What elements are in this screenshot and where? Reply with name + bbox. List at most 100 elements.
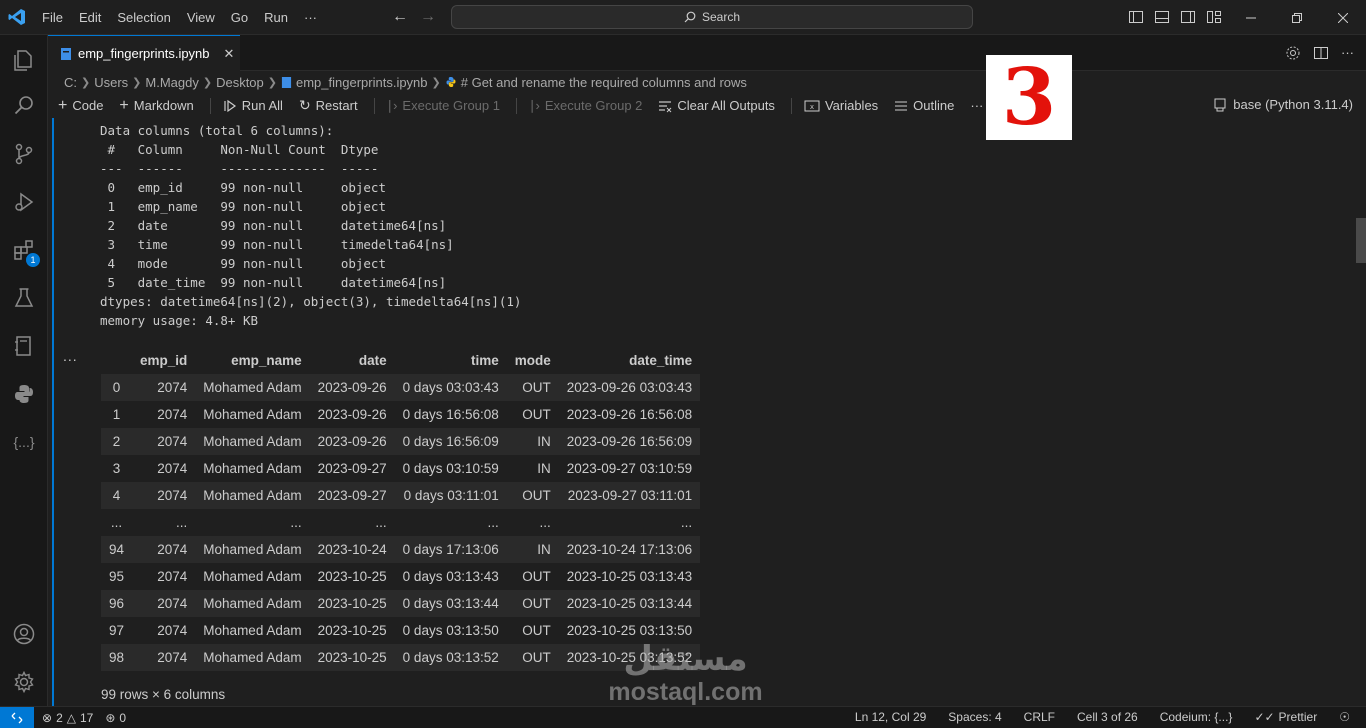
menu-view[interactable]: View <box>179 10 223 25</box>
output-more-actions-icon[interactable]: ... <box>63 348 78 364</box>
chevron-right-icon: ❯ <box>267 76 277 89</box>
menu-selection[interactable]: Selection <box>109 10 178 25</box>
customize-layout-icon[interactable] <box>1206 9 1222 25</box>
codeium-status[interactable]: Codeium: {...} <box>1160 710 1233 724</box>
notebook-icon[interactable] <box>0 323 48 369</box>
svg-text:x: x <box>810 103 814 111</box>
antenna-icon: ⊛ <box>105 710 116 725</box>
breadcrumb-desktop[interactable]: Desktop <box>216 75 264 90</box>
table-row: 96 2074 Mohamed Adam 2023-10-25 0 days 03:13… <box>101 590 701 617</box>
problems-indicator[interactable]: ⊗ 2 △ 17 <box>42 711 93 725</box>
error-count: 2 <box>56 710 63 725</box>
clear-all-outputs-button[interactable]: Clear All Outputs <box>658 98 775 113</box>
table-header: emp_id <box>132 347 196 374</box>
toolbar-more-button[interactable]: ··· <box>970 98 983 113</box>
prettier-status[interactable]: ✓✓ Prettier <box>1254 710 1317 724</box>
split-editor-icon[interactable] <box>1313 45 1329 61</box>
remote-indicator-icon[interactable] <box>0 706 34 728</box>
accounts-icon[interactable] <box>0 611 48 657</box>
indentation[interactable]: Spaces: 4 <box>948 710 1001 724</box>
manage-gear-icon[interactable] <box>0 659 48 705</box>
search-label: Search <box>701 10 741 24</box>
status-bar: ⊗ 2 △ 17 ⊛ 0 Ln 12, Col 29 Spaces: 4 CRL… <box>0 706 1366 728</box>
kernel-label: base (Python 3.11.4) <box>1233 97 1353 112</box>
table-row: 1 2074 Mohamed Adam 2023-09-26 0 days 16:56:… <box>101 401 701 428</box>
notebook-settings-gear-icon[interactable] <box>1285 45 1301 61</box>
menu-go[interactable]: Go <box>223 10 256 25</box>
run-all-button[interactable]: Run All <box>223 98 283 113</box>
row-index: 96 <box>101 590 133 617</box>
table-cell: ... <box>394 509 507 536</box>
mostaql-watermark: مستقل mostaql.com <box>598 640 773 714</box>
add-code-cell-button[interactable]: + Code <box>58 97 103 115</box>
back-arrow-icon[interactable]: ← <box>392 8 408 26</box>
table-cell: 2023-10-25 <box>309 590 395 617</box>
vscode-logo-icon[interactable] <box>0 0 34 35</box>
breadcrumb-drive[interactable]: C: <box>64 75 77 90</box>
restore-icon[interactable] <box>1274 0 1320 35</box>
kernel-picker[interactable]: base (Python 3.11.4) <box>1213 97 1353 112</box>
table-cell: 2023-10-25 03:13:44 <box>558 590 701 617</box>
extensions-badge: 1 <box>26 253 40 267</box>
notebook-editor[interactable]: Data columns (total 6 columns): # Column… <box>48 118 1366 706</box>
execute-group-2-label: Execute Group 2 <box>544 98 643 113</box>
scrollbar-thumb[interactable] <box>1356 218 1366 263</box>
toggle-primary-sidebar-icon[interactable] <box>1128 9 1144 25</box>
close-tab-icon[interactable]: ✕ <box>224 46 235 62</box>
menu-file[interactable]: File <box>34 10 71 25</box>
plus-icon: + <box>119 96 129 114</box>
cell-indicator[interactable]: Cell 3 of 26 <box>1077 710 1138 724</box>
menu-more[interactable]: ··· <box>296 10 325 25</box>
execute-group-2-button[interactable]: ∣› Execute Group 2 <box>529 98 642 114</box>
table-cell: 0 days 03:03:43 <box>394 374 507 401</box>
testing-flask-icon[interactable] <box>0 275 48 321</box>
table-cell: 2074 <box>132 428 196 455</box>
breadcrumb-cell[interactable]: # Get and rename the required columns an… <box>461 75 747 90</box>
table-cell: Mohamed Adam <box>195 563 310 590</box>
clear-all-outputs-label: Clear All Outputs <box>677 98 775 113</box>
table-header: mode <box>506 347 559 374</box>
run-all-label: Run All <box>241 98 283 113</box>
execute-group-1-button[interactable]: ∣› Execute Group 1 <box>387 98 500 114</box>
source-control-icon[interactable] <box>0 131 48 177</box>
menu-run[interactable]: Run <box>256 10 296 25</box>
tab-label: emp_fingerprints.ipynb <box>78 46 210 61</box>
table-cell: 2074 <box>132 401 196 428</box>
python-cell-icon <box>446 77 456 87</box>
table-row: 95 2074 Mohamed Adam 2023-10-25 0 days 03:13… <box>101 563 701 590</box>
minimize-icon[interactable] <box>1228 0 1274 35</box>
tab-emp-fingerprints[interactable]: emp_fingerprints.ipynb ✕ <box>48 35 240 71</box>
table-cell: 0 days 17:13:06 <box>394 536 507 563</box>
table-cell: OUT <box>506 401 559 428</box>
info-output: Data columns (total 6 columns): # Column… <box>100 123 522 328</box>
notifications-bell-icon[interactable]: ☉ <box>1339 710 1350 724</box>
add-markdown-cell-button[interactable]: + Markdown <box>119 97 193 115</box>
ports-indicator[interactable]: ⊛ 0 <box>105 711 126 725</box>
extensions-icon[interactable]: 1 <box>0 227 48 273</box>
cursor-position[interactable]: Ln 12, Col 29 <box>855 710 926 724</box>
row-index: 95 <box>101 563 133 590</box>
variables-icon: x <box>804 100 820 111</box>
run-debug-icon[interactable] <box>0 179 48 225</box>
toggle-secondary-sidebar-icon[interactable] <box>1180 9 1196 25</box>
table-cell: 2023-09-27 03:10:59 <box>558 455 701 482</box>
python-icon[interactable] <box>0 371 48 417</box>
table-cell: OUT <box>506 644 559 671</box>
breadcrumb-users[interactable]: Users <box>94 75 128 90</box>
explorer-icon[interactable] <box>0 37 48 83</box>
line-ending[interactable]: CRLF <box>1024 710 1055 724</box>
forward-arrow-icon[interactable]: → <box>420 8 436 26</box>
outline-button[interactable]: Outline <box>894 98 954 113</box>
command-search-box[interactable]: Search <box>451 5 973 29</box>
breadcrumb-user[interactable]: M.Magdy <box>145 75 198 90</box>
json-braces-icon[interactable]: {...} <box>0 419 48 465</box>
variables-button[interactable]: x Variables <box>804 98 878 113</box>
toolbar-divider <box>373 97 375 114</box>
restart-button[interactable]: ↻ Restart <box>299 97 358 114</box>
more-actions-icon[interactable]: ··· <box>1341 45 1354 61</box>
search-sidebar-icon[interactable] <box>0 83 48 129</box>
toggle-panel-icon[interactable] <box>1154 9 1170 25</box>
menu-edit[interactable]: Edit <box>71 10 109 25</box>
close-window-icon[interactable] <box>1320 0 1366 35</box>
breadcrumb-file[interactable]: emp_fingerprints.ipynb <box>296 75 428 90</box>
